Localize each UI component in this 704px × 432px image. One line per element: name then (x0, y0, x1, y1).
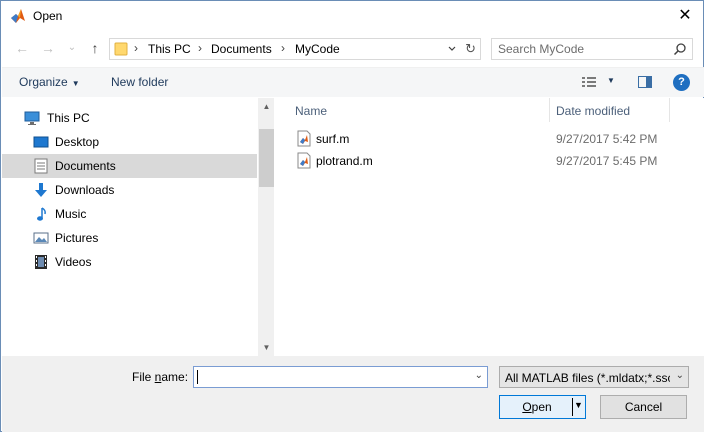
label-accelerator: O (522, 400, 532, 414)
label-part: pen (531, 400, 552, 414)
sidebar-item-downloads[interactable]: Downloads (2, 178, 257, 202)
file-type-value: All MATLAB files (*.mldatx;*.ssc (505, 371, 670, 385)
chevron-down-icon[interactable]: ⌄ (475, 370, 483, 381)
column-header-date-modified[interactable]: Date modified (556, 104, 630, 118)
window-title: Open (33, 9, 63, 23)
open-dropdown-icon[interactable]: ▼ (574, 400, 583, 410)
organize-label: Organize (19, 75, 68, 89)
view-options-chevron-icon[interactable]: ▼ (607, 76, 615, 85)
file-name-input[interactable] (197, 369, 467, 385)
file-type-select[interactable]: All MATLAB files (*.mldatx;*.ssc ⌄ (499, 366, 689, 388)
close-icon[interactable]: ✕ (675, 5, 695, 27)
preview-pane-icon[interactable] (638, 76, 652, 88)
title-bar: Open ✕ (1, 1, 703, 31)
help-icon[interactable]: ? (673, 74, 690, 91)
matlab-file-icon (297, 130, 311, 147)
breadcrumb-this-pc[interactable]: This PC (148, 42, 191, 56)
cancel-button[interactable]: Cancel (600, 395, 687, 419)
sidebar-item-label: This PC (47, 111, 90, 125)
file-name-combobox[interactable]: ⌄ (193, 366, 488, 388)
pc-icon (24, 111, 40, 125)
recent-locations-icon[interactable]: ⌄ (63, 39, 81, 57)
address-dropdown-icon[interactable] (448, 46, 456, 52)
scroll-up-icon[interactable]: ▲ (258, 98, 275, 115)
sidebar-item-videos[interactable]: Videos (2, 250, 257, 274)
desktop-icon (33, 136, 49, 148)
up-arrow-icon[interactable]: ↑ (86, 39, 104, 57)
forward-arrow-icon[interactable]: → (39, 39, 57, 57)
folder-icon (114, 42, 128, 56)
column-divider[interactable] (669, 98, 670, 122)
scrollbar-thumb[interactable] (259, 129, 274, 187)
organize-menu[interactable]: Organize ▼ (19, 75, 80, 89)
breadcrumb-separator: › (281, 41, 285, 55)
label-part: File (132, 370, 155, 384)
file-date: 9/27/2017 5:42 PM (556, 132, 658, 146)
sidebar-item-label: Documents (55, 159, 116, 173)
pictures-icon (33, 232, 49, 244)
music-icon (37, 207, 46, 221)
file-name: surf.m (316, 132, 350, 146)
sidebar-item-music[interactable]: Music (2, 202, 257, 226)
sidebar-item-label: Desktop (55, 135, 100, 149)
toolbar: Organize ▼ New folder ▼ ? (2, 67, 704, 97)
sidebar-item-label: Downloads (55, 183, 115, 197)
back-arrow-icon[interactable]: ← (13, 39, 31, 57)
chevron-down-icon[interactable]: ⌄ (676, 370, 684, 381)
file-row-plotrand[interactable]: plotrand.m 9/27/2017 5:45 PM (292, 150, 692, 172)
file-date: 9/27/2017 5:45 PM (556, 154, 658, 168)
sidebar-item-this-pc[interactable]: This PC (2, 106, 257, 130)
label-part: ame: (161, 370, 189, 384)
open-button[interactable]: Open ▼ (499, 395, 586, 419)
search-icon[interactable] (673, 42, 687, 56)
split-divider (572, 398, 573, 416)
file-list: Name Date modified surf.m 9/27/2017 5:42… (274, 98, 704, 356)
sidebar-item-label: Videos (55, 255, 92, 269)
documents-icon (34, 158, 48, 174)
downloads-icon (35, 183, 47, 197)
sidebar-item-desktop[interactable]: Desktop (2, 130, 257, 154)
sidebar-item-label: Music (55, 207, 87, 221)
search-input[interactable] (498, 41, 668, 57)
view-options-icon[interactable] (582, 76, 596, 88)
matlab-file-icon (297, 152, 311, 169)
breadcrumb-separator: › (198, 41, 202, 55)
navigation-pane: This PC Desktop Documents Downloads Musi… (2, 98, 275, 356)
text-cursor (197, 370, 198, 384)
file-name: plotrand.m (316, 154, 373, 168)
breadcrumb-documents[interactable]: Documents (211, 42, 272, 56)
scroll-down-icon[interactable]: ▼ (258, 339, 275, 356)
new-folder-button[interactable]: New folder (111, 75, 168, 89)
videos-icon (35, 255, 47, 269)
sidebar-item-pictures[interactable]: Pictures (2, 226, 257, 250)
breadcrumb-separator: › (134, 41, 138, 55)
file-name-label: File name: (132, 370, 188, 384)
navigation-scrollbar[interactable]: ▲ ▼ (258, 98, 275, 356)
sidebar-item-documents[interactable]: Documents (2, 154, 257, 178)
search-box[interactable] (491, 38, 693, 60)
sidebar-item-label: Pictures (55, 231, 99, 245)
address-bar[interactable]: › This PC › Documents › MyCode ↻ (109, 38, 481, 60)
open-label: Open (500, 400, 574, 414)
bottom-panel: File name: ⌄ All MATLAB files (*.mldatx;… (2, 356, 704, 432)
chevron-down-icon: ▼ (71, 79, 80, 88)
refresh-icon[interactable]: ↻ (465, 41, 476, 57)
column-header-name[interactable]: Name (295, 104, 327, 118)
open-dialog: Open ✕ ← → ⌄ ↑ › This PC › Documents › M… (0, 0, 704, 432)
file-row-surf[interactable]: surf.m 9/27/2017 5:42 PM (292, 128, 692, 150)
column-divider[interactable] (549, 98, 550, 122)
breadcrumb-mycode[interactable]: MyCode (295, 42, 340, 56)
matlab-icon (11, 9, 25, 23)
